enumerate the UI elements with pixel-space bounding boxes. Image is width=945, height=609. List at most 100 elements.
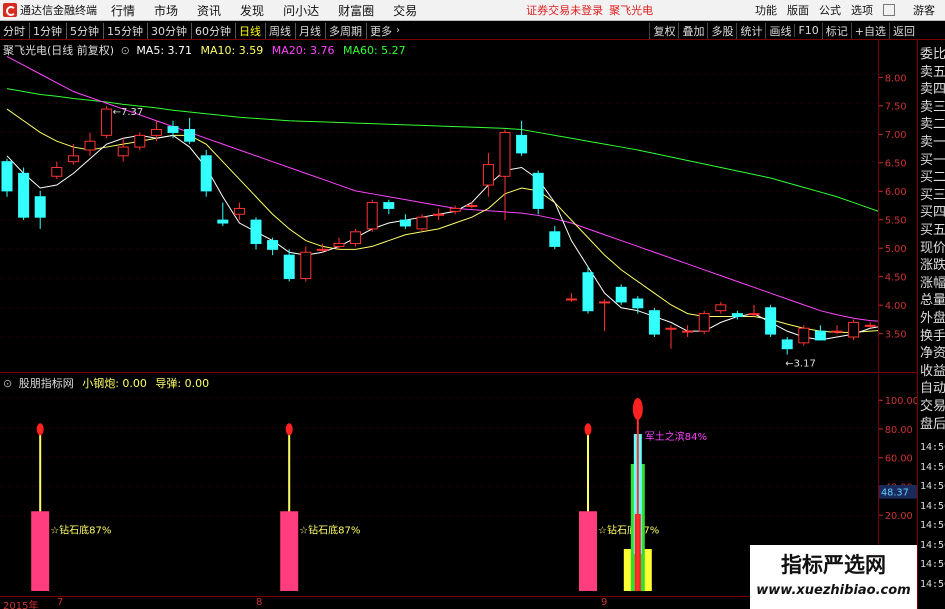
add-watchlist-button[interactable]: +自选 (850, 22, 889, 39)
date-month-7: 7 (57, 597, 64, 608)
tick-time: 14:56 (920, 559, 945, 570)
tab-60min[interactable]: 60分钟 (191, 22, 234, 39)
statistics-button[interactable]: 统计 (736, 22, 765, 39)
menu-item-banmian[interactable]: 版面 (787, 2, 809, 18)
price-tick-label: 6.50 (885, 159, 907, 170)
tab-more[interactable]: 更多 (366, 22, 395, 39)
candle-body (798, 327, 810, 344)
f10-button[interactable]: F10 (794, 24, 821, 37)
candle-body (499, 131, 511, 177)
guest-label[interactable]: 游客 (913, 2, 935, 18)
menu-item-gongshi[interactable]: 公式 (819, 2, 841, 18)
candle-body (615, 286, 627, 303)
candle-body (648, 310, 660, 335)
candle-body (698, 313, 710, 332)
tower-rocket-icon (632, 398, 643, 420)
candle-body (516, 134, 528, 154)
tab-1min[interactable]: 1分钟 (29, 22, 65, 39)
candle-body (283, 254, 295, 280)
stock-name: 聚飞光电 (609, 4, 654, 17)
trade-status[interactable]: 证券交易未登录 (526, 2, 603, 18)
candle-body (482, 164, 494, 186)
quote-label: 涨跌 (920, 258, 945, 274)
tab-30min[interactable]: 30分钟 (147, 22, 190, 39)
candle-body (731, 313, 743, 318)
mark-button[interactable]: 标记 (821, 22, 851, 39)
back-button[interactable]: 返回 (889, 22, 918, 39)
quote-label: 委比 (920, 47, 945, 62)
multi-stock-button[interactable]: 多股 (707, 22, 736, 39)
quote-label: 净资 (920, 346, 945, 362)
tab-monthly[interactable]: 月线 (295, 22, 324, 39)
ma-header: 聚飞光电(日线 前复权) ⊙ MA5: 3.71 MA10: 3.59 MA20… (3, 42, 406, 58)
candle-body (399, 219, 411, 227)
date-year: 2015年 (3, 601, 39, 609)
settings-circle-icon[interactable]: ⊙ (121, 44, 130, 57)
chevron-right-icon[interactable]: › (396, 25, 400, 36)
menu-item-xuanxiang[interactable]: 选项 (851, 2, 873, 18)
tab-fenshi[interactable]: 分时 (0, 23, 28, 39)
candle-body (300, 251, 312, 280)
tab-15min[interactable]: 15分钟 (103, 22, 146, 39)
candle-body (814, 330, 826, 341)
menu-item-zixun[interactable]: 资讯 (197, 2, 221, 19)
candle-body (582, 272, 594, 312)
low-annotation: ←3.17 (785, 358, 816, 369)
candle-body (433, 213, 445, 216)
price-tick-label: 7.00 (885, 130, 907, 141)
menu-item-faxian[interactable]: 发现 (240, 2, 264, 19)
draw-line-button[interactable]: 画线 (765, 22, 794, 39)
menu-item-caifuquan[interactable]: 财富圈 (338, 2, 374, 19)
candle-body (117, 146, 129, 157)
quote-panel: 委比 卖五 卖四 卖三 卖二 卖一 买一 买二 买三 买四 买五 现价 涨跌 涨幅 总量 外盘 换手 净资 收益 自动… (917, 40, 945, 609)
menubar: 通达信金融终端 行情 市场 资讯 发现 问小达 财富圈 交易 证券交易未登录 聚… (0, 0, 945, 21)
ind-tick-label: 100.00 (885, 396, 917, 407)
quote-label[interactable]: 盘后 (920, 413, 945, 432)
fuquan-button[interactable]: 复权 (649, 22, 678, 39)
price-tick-label: 5.00 (885, 244, 907, 255)
main-menu: 行情 市场 资讯 发现 问小达 财富圈 交易 (111, 2, 436, 19)
quote-label: 外盘 (920, 311, 945, 326)
menu-item-wenxiaoda[interactable]: 问小达 (283, 2, 319, 19)
candle-body (449, 207, 461, 212)
candle-body (848, 321, 860, 338)
overlay-button[interactable]: 叠加 (678, 22, 707, 39)
quote-label: 卖五 (920, 64, 945, 80)
ind-tick-label: 60.00 (885, 454, 913, 465)
menu-item-jiaoyi[interactable]: 交易 (393, 2, 417, 19)
candle-body (781, 339, 793, 350)
quote-label: 卖二 (920, 117, 945, 133)
candle-body (67, 155, 79, 163)
quote-label: 收益 (920, 363, 945, 379)
quote-label: 卖三 (920, 99, 945, 115)
pane-divider[interactable] (0, 372, 917, 373)
price-axis: 8.00 7.50 7.00 6.50 6.00 5.50 5.00 4.50 4.00 3.50 (878, 40, 907, 372)
quote-label: 现价 (920, 240, 945, 256)
menu-item-shichang[interactable]: 市场 (154, 2, 178, 19)
candle-body (184, 129, 196, 142)
date-month-8: 8 (256, 597, 263, 608)
watermark-url: www.xuezhibiao.com (756, 583, 911, 598)
candle-body (167, 126, 179, 133)
signal-rocket-icon (584, 423, 592, 436)
ma60-label: MA60: 5.27 (342, 44, 406, 57)
candle-body (665, 327, 677, 330)
signal-label: ☆钻石底87% (299, 523, 360, 536)
signal-label: ☆钻石底87% (50, 523, 111, 536)
candle-body (632, 298, 644, 309)
menu-item-gongneng[interactable]: 功能 (755, 2, 777, 18)
indicator-name[interactable]: 股朋指标网 (19, 377, 74, 390)
indicator-chart[interactable]: ☆钻石底87% ☆钻石底87% ☆钻石底87% 军土之滨84% (0, 374, 878, 596)
tab-weekly[interactable]: 周线 (265, 22, 294, 39)
settings-circle-icon[interactable]: ⊙ (3, 377, 12, 390)
tab-multi-period[interactable]: 多周期 (325, 22, 365, 39)
quote-label[interactable]: 自动 (920, 377, 945, 396)
minimize-icon[interactable] (883, 4, 895, 16)
menu-item-hangqing[interactable]: 行情 (111, 2, 135, 19)
tab-daily[interactable]: 日线 (235, 22, 264, 39)
tab-5min[interactable]: 5分钟 (66, 22, 102, 39)
candlestick-chart[interactable]: ←7.37 ←3.17 (0, 40, 878, 372)
watermark-title: 指标严选网 (781, 553, 886, 577)
price-tick-label: 4.00 (885, 301, 907, 312)
quote-label[interactable]: 交易 (920, 395, 945, 414)
